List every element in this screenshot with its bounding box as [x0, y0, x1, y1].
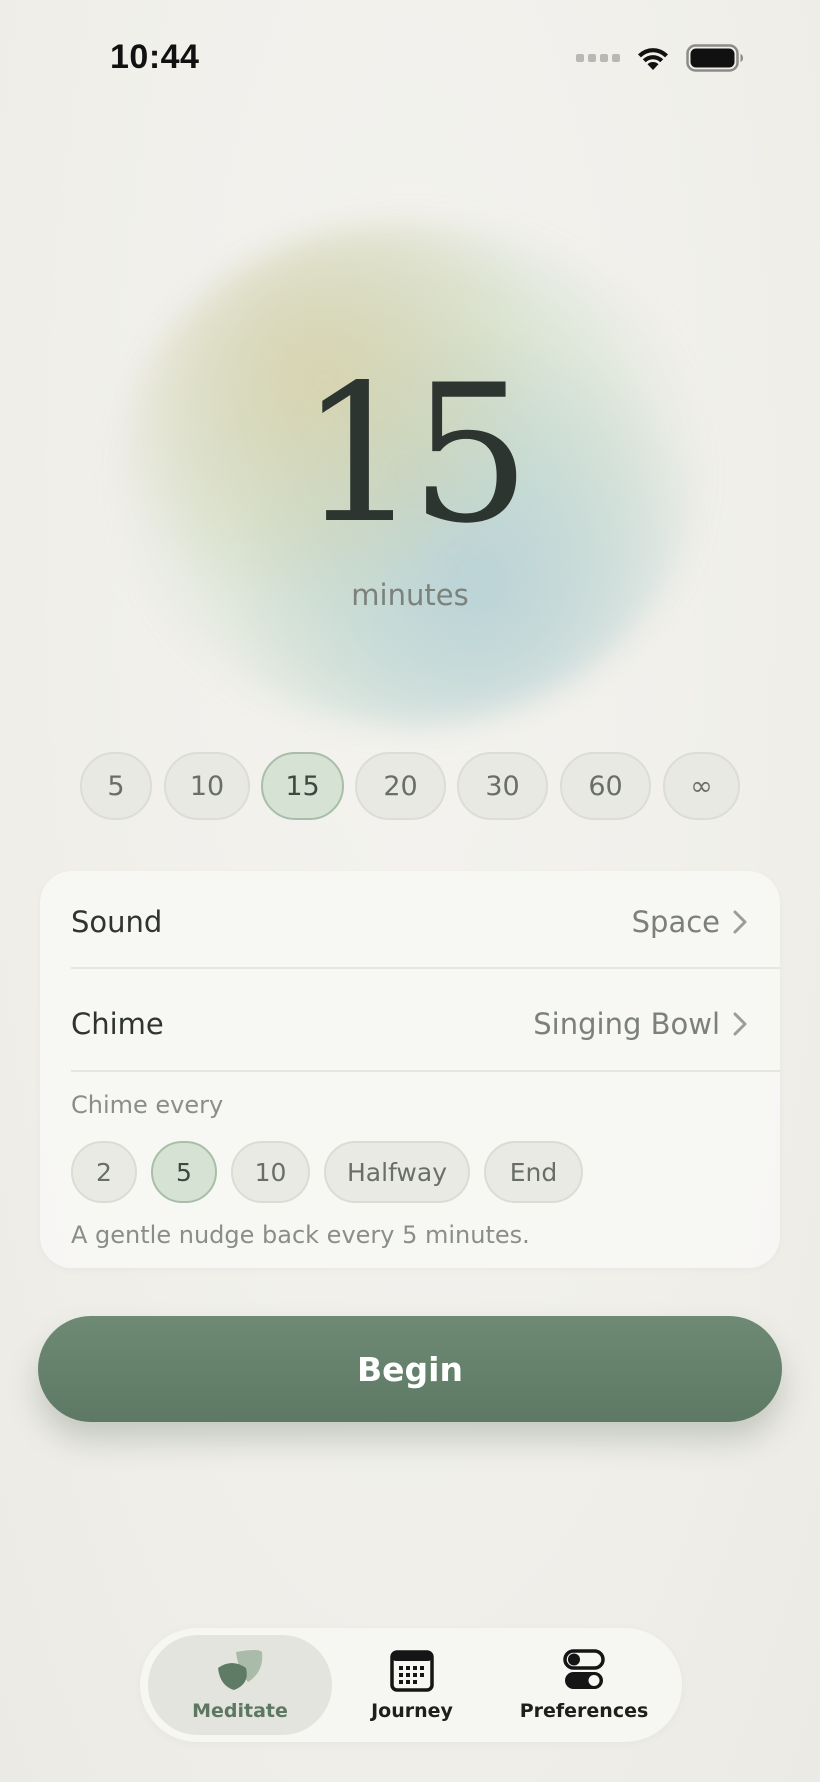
chime-interval-10[interactable]: 10 — [231, 1141, 310, 1203]
chime-interval-halfway[interactable]: Halfway — [324, 1141, 470, 1203]
tab-label: Meditate — [192, 1700, 288, 1722]
chime-hint: A gentle nudge back every 5 minutes. — [71, 1221, 530, 1249]
duration-chip-label: 5 — [107, 770, 125, 802]
settings-card: Sound Space Chime Singing Bowl Chime eve… — [40, 871, 780, 1268]
duration-chip-60[interactable]: 60 — [560, 752, 651, 820]
tab-meditate[interactable]: Meditate — [148, 1635, 332, 1735]
tab-bar: Meditate Journey Preferences — [140, 1628, 682, 1742]
duration-chip-20[interactable]: 20 — [355, 752, 446, 820]
duration-chip-5[interactable]: 5 — [80, 752, 152, 820]
duration-chip-label: 15 — [285, 770, 320, 802]
chime-every-label: Chime every — [71, 1091, 224, 1119]
status-time: 10:44 — [110, 38, 200, 76]
timer-unit: minutes — [351, 578, 469, 612]
signal-dots-icon — [576, 54, 620, 62]
chevron-right-icon — [733, 910, 747, 934]
divider — [71, 967, 780, 969]
divider — [71, 1070, 780, 1072]
duration-chip-label: ∞ — [690, 770, 713, 802]
interval-chip-label: 2 — [96, 1157, 112, 1187]
duration-chip-15[interactable]: 15 — [261, 752, 344, 820]
toggles-icon — [563, 1649, 605, 1689]
sound-value: Space — [631, 905, 720, 939]
chime-interval-2[interactable]: 2 — [71, 1141, 137, 1203]
chime-interval-end[interactable]: End — [484, 1141, 583, 1203]
sound-label: Sound — [71, 905, 163, 939]
chime-label: Chime — [71, 1007, 164, 1041]
interval-chip-label: End — [509, 1157, 558, 1187]
duration-chip-label: 10 — [189, 770, 225, 802]
duration-chip-label: 20 — [383, 770, 418, 802]
sound-row[interactable]: Sound Space — [71, 871, 780, 973]
begin-button[interactable]: Begin — [38, 1316, 782, 1422]
interval-chip-label: 10 — [254, 1157, 287, 1187]
duration-chip-10[interactable]: 10 — [164, 752, 250, 820]
meditate-screen: 10:44 15 minutes 5 10 15 20 30 60 ∞ Soun… — [0, 0, 820, 1782]
timer-value: 15 — [299, 344, 531, 565]
interval-chip-label: Halfway — [347, 1157, 447, 1187]
duration-chip-label: 60 — [588, 770, 623, 802]
duration-chip-30[interactable]: 30 — [457, 752, 548, 820]
tab-preferences[interactable]: Preferences — [492, 1635, 676, 1735]
wifi-icon — [638, 48, 668, 70]
interval-chip-label: 5 — [176, 1157, 192, 1187]
chime-interval-5[interactable]: 5 — [151, 1141, 217, 1203]
chevron-right-icon — [733, 1012, 747, 1036]
tab-label: Journey — [371, 1700, 453, 1722]
tab-label: Preferences — [519, 1700, 649, 1722]
battery-icon — [686, 44, 743, 72]
duration-chip-infinite[interactable]: ∞ — [663, 752, 740, 820]
duration-chip-label: 30 — [485, 770, 520, 802]
tab-journey[interactable]: Journey — [336, 1635, 488, 1735]
chime-value: Singing Bowl — [533, 1007, 720, 1041]
calendar-icon — [390, 1650, 434, 1692]
leaf-icon — [218, 1650, 263, 1690]
chime-row[interactable]: Chime Singing Bowl — [71, 973, 780, 1075]
status-icons — [576, 44, 744, 72]
